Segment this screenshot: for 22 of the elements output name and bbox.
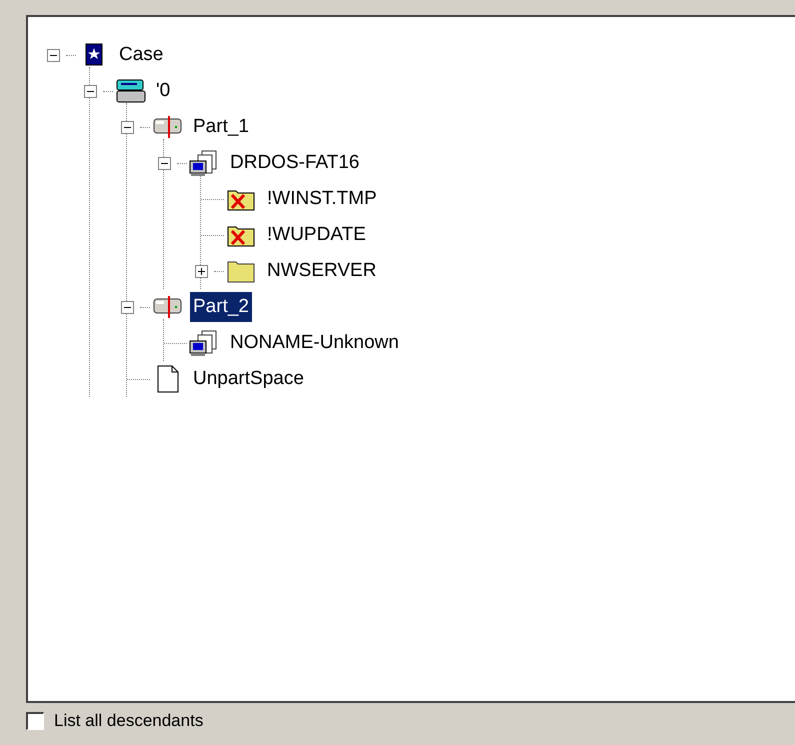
expand-toggle[interactable]: [194, 264, 208, 278]
tree-item[interactable]: !WINST.TMP: [264, 184, 380, 214]
drive-icon: [115, 78, 147, 104]
checkbox-label: List all descendants: [54, 710, 204, 732]
tree-item[interactable]: Part_2: [190, 292, 252, 322]
tree-item[interactable]: NONAME-Unknown: [227, 328, 402, 358]
drive-icon: [152, 115, 184, 139]
collapse-toggle[interactable]: [46, 48, 60, 62]
tree-item[interactable]: NWSERVER: [264, 256, 380, 286]
tree-item[interactable]: '0: [153, 76, 174, 106]
drive-icon: [152, 295, 184, 319]
tree-item[interactable]: DRDOS-FAT16: [227, 148, 363, 178]
checkbox[interactable]: [26, 712, 44, 730]
collapse-toggle[interactable]: [158, 156, 170, 170]
tree-item[interactable]: UnpartSpace: [190, 364, 307, 394]
collapse-toggle[interactable]: [120, 120, 134, 134]
collapse-toggle[interactable]: [120, 300, 134, 314]
book-icon: [84, 43, 104, 67]
tree-item[interactable]: Part_1: [190, 112, 252, 142]
collapse-toggle[interactable]: [84, 84, 96, 98]
tree-item[interactable]: Case: [116, 40, 166, 70]
tree-item[interactable]: !WUPDATE: [264, 220, 369, 250]
